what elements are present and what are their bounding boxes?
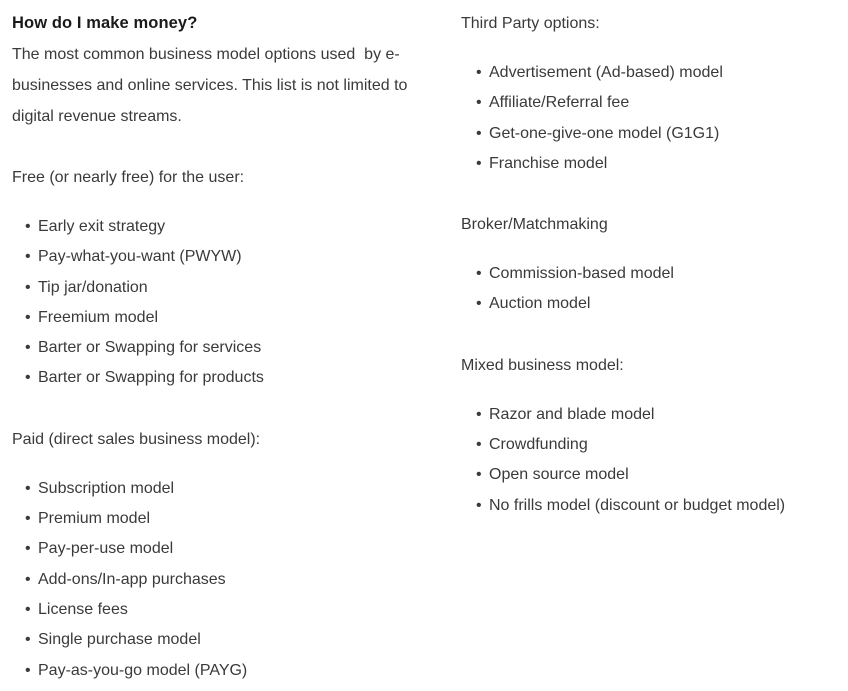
right-column: Third Party options: • Advertisement (Ad… [461,0,841,521]
list-item-label: Open source model [489,466,629,484]
list-paid-options: • Subscription model • Premium model • P… [12,474,442,686]
list-item-label: Early exit strategy [38,218,166,235]
list-item: • No frills model (discount or budget mo… [461,491,841,521]
bullet-icon: • [25,510,31,528]
bullet-icon: • [476,405,482,423]
bullet-icon: • [25,600,31,618]
list-item-label: Subscription model [38,479,175,497]
list-item: • Advertisement (Ad-based) model [461,58,841,88]
bullet-icon: • [25,661,31,679]
bullet-icon: • [25,479,31,497]
bullet-icon: • [476,154,482,172]
list-item: • Franchise model [461,149,841,179]
list-third-party-options: • Advertisement (Ad-based) model • Affil… [461,58,841,179]
list-item: • Subscription model [12,474,442,504]
list-item: • Single purchase model [12,625,442,655]
bullet-icon: • [25,369,31,387]
list-item: • Commission-based model [461,259,841,289]
bullet-icon: • [476,64,482,81]
list-item: • Affiliate/Referral fee [461,88,841,118]
list-item: • Freemium model [12,303,442,333]
list-item: • Premium model [12,504,442,534]
list-item-label: No frills model (discount or budget mode… [489,496,786,514]
list-item-label: Premium model [38,510,151,528]
bullet-icon: • [25,339,31,357]
bullet-icon: • [476,436,482,454]
list-item-label: Freemium model [38,308,159,326]
list-item-label: Razor and blade model [489,405,655,423]
list-item-label: Pay-as-you-go model (PAYG) [38,661,248,679]
bullet-icon: • [25,631,31,649]
list-item-label: Add-ons/In-app purchases [38,570,226,588]
bullet-icon: • [476,295,482,313]
list-item: • Razor and blade model [461,400,841,430]
left-column: How do I make money? The most common bus… [12,0,442,686]
list-item: • Get-one-give-one model (G1G1) [461,119,841,149]
section-heading-mixed: Mixed business model: [461,356,624,374]
list-item: • Pay-what-you-want (PWYW) [12,242,442,272]
bullet-icon: • [25,218,31,235]
list-item-label: Pay-per-use model [38,540,174,558]
bullet-icon: • [476,94,482,112]
list-item: • Pay-as-you-go model (PAYG) [12,656,442,686]
list-item-label: Barter or Swapping for services [38,339,262,357]
list-item: • License fees [12,595,442,625]
document-page: How do I make money? The most common bus… [0,0,848,691]
list-free-options: • Early exit strategy • Pay-what-you-wan… [12,212,442,394]
section-heading-third-party: Third Party options: [461,15,600,32]
bullet-icon: • [476,496,482,514]
list-item-label: Tip jar/donation [38,278,148,296]
intro-paragraph: The most common business model options u… [12,46,412,125]
bullet-icon: • [25,540,31,558]
list-item: • Barter or Swapping for products [12,363,442,393]
list-item-label: License fees [38,600,128,618]
page-title: How do I make money? [12,14,198,32]
bullet-icon: • [476,466,482,484]
list-item-label: Commission-based model [489,265,674,283]
list-item-label: Auction model [489,295,591,313]
section-heading-broker: Broker/Matchmaking [461,216,608,234]
bullet-icon: • [476,265,482,283]
list-item: • Open source model [461,460,841,490]
list-item: • Early exit strategy [12,212,442,242]
section-heading-paid: Paid (direct sales business model): [12,430,261,448]
list-item-label: Pay-what-you-want (PWYW) [38,248,242,266]
list-broker-options: • Commission-based model • Auction model [461,259,841,320]
section-heading-free: Free (or nearly free) for the user: [12,169,245,186]
list-item-label: Single purchase model [38,631,201,649]
list-item: • Add-ons/In-app purchases [12,565,442,595]
list-item-label: Franchise model [489,154,608,172]
bullet-icon: • [25,248,31,266]
bullet-icon: • [25,570,31,588]
list-item-label: Barter or Swapping for products [38,369,264,387]
bullet-icon: • [476,124,482,142]
list-item: • Tip jar/donation [12,273,442,303]
list-item: • Auction model [461,289,841,319]
list-item: • Crowdfunding [461,430,841,460]
list-mixed-options: • Razor and blade model • Crowdfunding •… [461,400,841,521]
bullet-icon: • [25,308,31,326]
list-item-label: Affiliate/Referral fee [489,94,630,112]
list-item-label: Advertisement (Ad-based) model [489,64,723,81]
list-item: • Pay-per-use model [12,534,442,564]
list-item-label: Crowdfunding [489,436,588,454]
list-item-label: Get-one-give-one model (G1G1) [489,124,720,142]
list-item: • Barter or Swapping for services [12,333,442,363]
bullet-icon: • [25,278,31,296]
